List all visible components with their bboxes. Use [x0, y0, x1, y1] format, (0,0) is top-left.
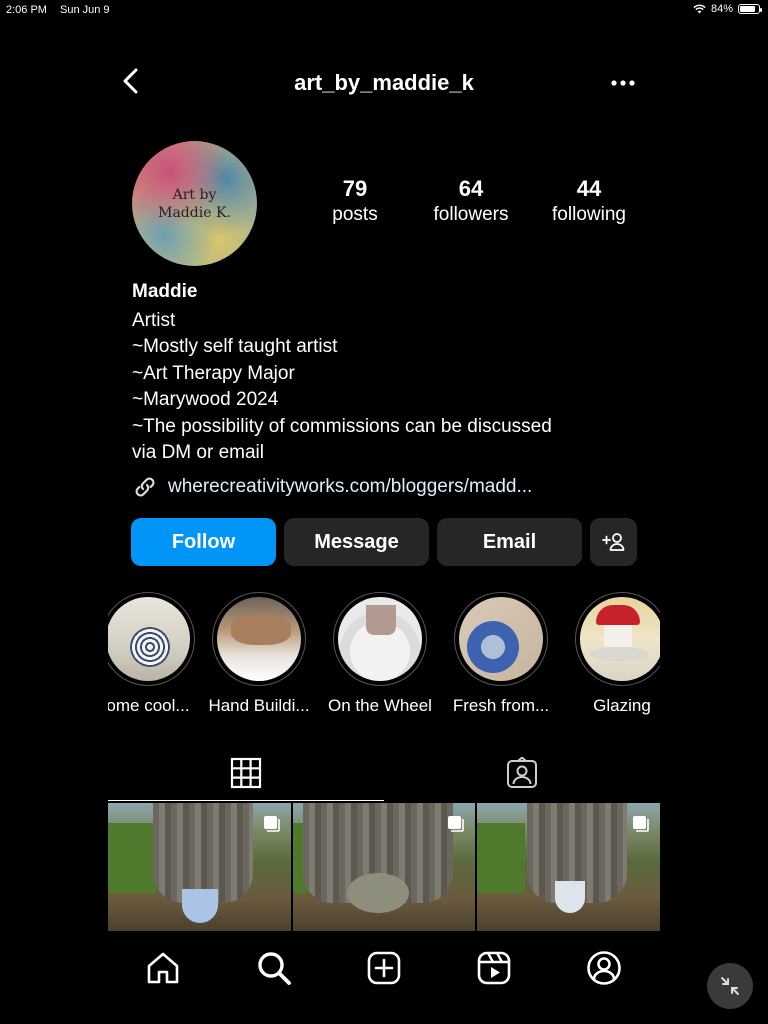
highlight-label: Glazing	[593, 696, 651, 715]
highlight-label: Hand Buildi...	[208, 696, 310, 715]
status-time: 2:06 PM	[6, 4, 47, 16]
status-right: 84%	[693, 3, 762, 15]
post-thumbnail[interactable]	[292, 803, 476, 931]
highlight-label: On the Wheel	[328, 696, 432, 715]
highlight-thumbnail	[217, 597, 301, 681]
profile-name: Maddie	[132, 281, 198, 302]
posts-grid	[108, 803, 661, 931]
photo-pottery	[555, 881, 586, 913]
battery-percent: 84%	[710, 3, 733, 15]
photo-grass	[108, 823, 156, 893]
avatar-text-line2: Maddie K.	[158, 204, 231, 221]
stat-followers-label: followers	[433, 204, 509, 225]
photo-pottery	[182, 889, 218, 923]
highlight-thumbnail	[108, 597, 190, 681]
highlight-thumbnail	[338, 597, 422, 681]
nav-search[interactable]	[254, 948, 294, 988]
nav-profile[interactable]	[584, 948, 624, 988]
highlight-ring	[212, 592, 306, 686]
tab-tagged[interactable]	[384, 745, 660, 801]
battery-icon	[738, 4, 762, 14]
profile-link[interactable]: wherecreativityworks.com/bloggers/madd..…	[132, 474, 532, 500]
highlight-thumbnail	[580, 597, 660, 681]
stat-posts-count: 79	[342, 176, 368, 201]
highlight-thumbnail	[459, 597, 543, 681]
highlight-label: Fresh from...	[452, 696, 550, 715]
profile-tabs	[108, 745, 660, 801]
profile-avatar[interactable]: Art by Maddie K.	[132, 141, 257, 266]
highlight-item[interactable]: On the Wheel	[320, 592, 440, 716]
search-icon	[258, 952, 291, 985]
profile-link-text: wherecreativityworks.com/bloggers/madd..…	[168, 476, 533, 497]
bio-line: Artist	[132, 309, 176, 331]
profile-bio: Maddie Artist ~Mostly self taught artist…	[132, 279, 632, 467]
collapse-arrows-icon	[721, 977, 739, 995]
message-button[interactable]: Message	[284, 518, 429, 566]
highlight-item[interactable]: ome cool...	[108, 592, 208, 716]
highlight-label: ome cool...	[108, 696, 190, 715]
highlight-item[interactable]: Fresh from...	[441, 592, 561, 716]
stat-following-count: 44	[576, 176, 602, 201]
minimize-button[interactable]	[707, 963, 753, 1009]
stat-following-label: following	[552, 204, 626, 225]
tagged-icon	[507, 757, 537, 788]
photo-pottery	[346, 873, 409, 913]
multiple-photos-icon	[448, 816, 465, 832]
bio-line: ~Mostly self taught artist	[132, 336, 338, 357]
home-icon	[147, 952, 179, 984]
post-thumbnail[interactable]	[108, 803, 291, 931]
status-bar: 2:06 PM Sun Jun 9 84%	[0, 0, 768, 20]
status-date: Sun Jun 9	[60, 4, 110, 16]
grid-icon	[230, 757, 262, 788]
nav-home[interactable]	[143, 948, 183, 988]
photo-tree	[153, 803, 253, 903]
tab-posts-grid[interactable]	[108, 745, 384, 801]
stat-followers-count: 64	[458, 176, 484, 201]
highlight-ring	[333, 592, 427, 686]
highlight-ring	[108, 592, 195, 686]
highlight-ring	[454, 592, 548, 686]
nav-create[interactable]	[364, 948, 404, 988]
profile-header: art_by_maddie_k	[108, 60, 660, 106]
bio-line: ~Art Therapy Major	[132, 362, 295, 384]
photo-grass	[477, 823, 526, 893]
avatar-text-line1: Art by	[172, 186, 217, 203]
highlight-item[interactable]: Glazing	[562, 592, 660, 716]
wifi-icon	[693, 4, 706, 14]
bottom-navigation	[108, 932, 660, 1002]
highlight-ring	[575, 592, 660, 686]
post-thumbnail[interactable]	[477, 803, 661, 931]
more-options-icon[interactable]	[608, 68, 638, 98]
bio-line: ~Marywood 2024	[132, 389, 279, 410]
profile-username: art_by_maddie_k	[294, 70, 474, 95]
highlight-item[interactable]: Hand Buildi...	[199, 592, 319, 716]
bio-line: via DM or email	[132, 442, 264, 463]
reels-icon	[477, 951, 511, 985]
multiple-photos-icon	[263, 816, 280, 832]
nav-reels[interactable]	[474, 948, 514, 988]
stat-posts-label: posts	[332, 204, 378, 225]
stat-posts[interactable]: 79 posts	[300, 176, 410, 226]
email-button[interactable]: Email	[437, 518, 582, 566]
bio-line: ~The possibility of commissions can be d…	[132, 415, 552, 437]
create-icon	[367, 951, 401, 985]
suggested-users-button[interactable]	[590, 518, 637, 566]
story-highlights: ome cool... Hand Buildi... On the Wheel …	[108, 592, 660, 722]
follow-button[interactable]: Follow	[131, 518, 276, 566]
link-icon	[135, 477, 155, 497]
profile-icon	[587, 951, 621, 985]
add-person-icon	[601, 533, 624, 551]
stat-following[interactable]: 44 following	[534, 176, 644, 226]
multiple-photos-icon	[633, 816, 649, 832]
stat-followers[interactable]: 64 followers	[416, 176, 526, 226]
